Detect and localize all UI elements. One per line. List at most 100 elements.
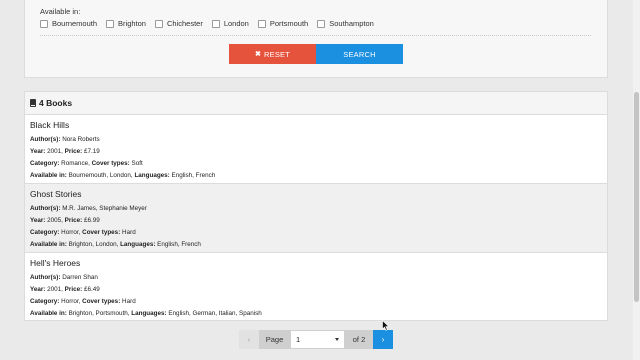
checkbox[interactable] (317, 19, 326, 28)
city-option-bournemouth[interactable]: Bournemouth (40, 19, 97, 28)
book-authors: Author(s): Darren Shan (30, 272, 607, 284)
category-value: Horror, (61, 229, 81, 236)
checkbox[interactable] (40, 19, 48, 28)
prev-page-button[interactable]: ‹ (239, 330, 259, 349)
book-icon (30, 99, 36, 107)
city-checkbox-list: Bournemouth Brighton Chichester London P… (40, 19, 383, 28)
authors-label: Author(s): (30, 136, 61, 143)
city-label: Southampton (329, 19, 374, 28)
book-title[interactable]: Black Hills (30, 120, 607, 131)
city-option-chichester[interactable]: Chichester (154, 19, 203, 28)
checkbox[interactable] (257, 19, 266, 28)
search-button[interactable]: SEARCH (316, 44, 403, 64)
cover-value: Hard (122, 298, 136, 305)
book-item: Ghost Stories Author(s): M.R. James, Ste… (25, 184, 607, 253)
checkbox[interactable] (154, 19, 163, 28)
book-year-price: Year: 2001, Price: £7.19 (30, 146, 607, 158)
authors-label: Author(s): (30, 274, 61, 281)
languages-value: English, French (157, 241, 201, 248)
book-title[interactable]: Hell's Heroes (30, 258, 607, 269)
book-year-price: Year: 2005, Price: £6.99 (30, 215, 607, 227)
checkbox[interactable] (106, 19, 115, 28)
page-select[interactable]: 1 (290, 330, 345, 349)
year-value: 2001, (47, 286, 63, 293)
scrollbar-thumb[interactable] (634, 92, 639, 302)
authors-value: Nora Roberts (62, 136, 100, 143)
price-value: £6.49 (83, 286, 100, 293)
city-label: London (223, 19, 249, 28)
results-header: 4 Books (25, 92, 607, 115)
languages-value: English, German, Italian, Spanish (168, 310, 262, 317)
book-available-languages: Available in: Brighton, Portsmouth, Lang… (30, 308, 607, 320)
year-label: Year: (30, 286, 46, 293)
available-value: Brighton, London, (68, 241, 119, 248)
category-label: Category: (30, 229, 60, 236)
page-label: Page (259, 330, 290, 349)
city-label: Bournemouth (52, 19, 98, 28)
available-value: Bournemouth, London, (68, 172, 133, 179)
city-option-brighton[interactable]: Brighton (106, 19, 146, 28)
cover-label: Cover types: (82, 298, 121, 305)
price-label: Price: (64, 286, 83, 293)
available-value: Brighton, Portsmouth, (68, 310, 130, 317)
price-value: £7.19 (83, 148, 100, 155)
x-icon: ✖ (254, 51, 262, 58)
results-count: 4 Books (39, 98, 73, 108)
available-in-label: Available in: (40, 7, 81, 16)
book-authors: Author(s): M.R. James, Stephanie Meyer (30, 203, 607, 215)
city-label: Brighton (118, 19, 146, 28)
category-label: Category: (30, 298, 60, 305)
reset-label: RESET (264, 49, 291, 59)
book-available-languages: Available in: Brighton, London, Language… (30, 239, 607, 251)
book-title[interactable]: Ghost Stories (30, 189, 607, 200)
page-select-value: 1 (296, 335, 301, 344)
mouse-cursor-icon (382, 320, 390, 331)
search-label: SEARCH (343, 49, 376, 59)
cover-value: Soft (131, 160, 143, 167)
authors-value: Darren Shan (62, 274, 98, 281)
reset-button[interactable]: ✖ RESET (229, 44, 316, 64)
authors-value: M.R. James, Stephanie Meyer (62, 205, 147, 212)
cover-label: Cover types: (91, 160, 130, 167)
city-label: Chichester (166, 19, 203, 28)
book-category-cover: Category: Horror, Cover types: Hard (30, 296, 607, 308)
results-panel: 4 Books Black Hills Author(s): Nora Robe… (24, 91, 608, 321)
price-label: Price: (64, 148, 83, 155)
next-page-button[interactable]: › (373, 330, 393, 349)
languages-label: Languages: (131, 310, 167, 317)
cover-value: Hard (122, 229, 136, 236)
year-label: Year: (30, 217, 46, 224)
languages-value: English, French (171, 172, 216, 179)
pagination: ‹ Page 1 of 2 › (239, 330, 393, 349)
languages-label: Languages: (120, 241, 156, 248)
checkbox[interactable] (211, 19, 220, 28)
book-year-price: Year: 2001, Price: £6.49 (30, 284, 607, 296)
category-value: Horror, (61, 298, 81, 305)
price-label: Price: (64, 217, 83, 224)
year-label: Year: (30, 148, 46, 155)
authors-label: Author(s): (30, 205, 61, 212)
city-option-southampton[interactable]: Southampton (317, 19, 374, 28)
available-label: Available in: (30, 172, 67, 179)
cover-label: Cover types: (82, 229, 121, 236)
city-option-portsmouth[interactable]: Portsmouth (257, 19, 309, 28)
category-label: Category: (30, 160, 60, 167)
languages-label: Languages: (134, 172, 170, 179)
year-value: 2005, (47, 217, 63, 224)
available-label: Available in: (30, 310, 67, 317)
year-value: 2001, (47, 148, 63, 155)
page-total: of 2 (345, 330, 373, 349)
book-category-cover: Category: Romance, Cover types: Soft (30, 158, 607, 170)
divider (40, 35, 591, 36)
filter-panel: Available in: Bournemouth Brighton Chich… (24, 0, 608, 78)
available-label: Available in: (30, 241, 67, 248)
city-option-london[interactable]: London (211, 19, 249, 28)
book-item: Black Hills Author(s): Nora Roberts Year… (25, 115, 607, 184)
city-label: Portsmouth (269, 19, 309, 28)
book-item: Hell's Heroes Author(s): Darren Shan Yea… (25, 253, 607, 322)
chevron-down-icon (335, 338, 339, 341)
book-authors: Author(s): Nora Roberts (30, 134, 607, 146)
book-available-languages: Available in: Bournemouth, London, Langu… (30, 170, 607, 182)
book-category-cover: Category: Horror, Cover types: Hard (30, 227, 607, 239)
category-value: Romance, (61, 160, 90, 167)
